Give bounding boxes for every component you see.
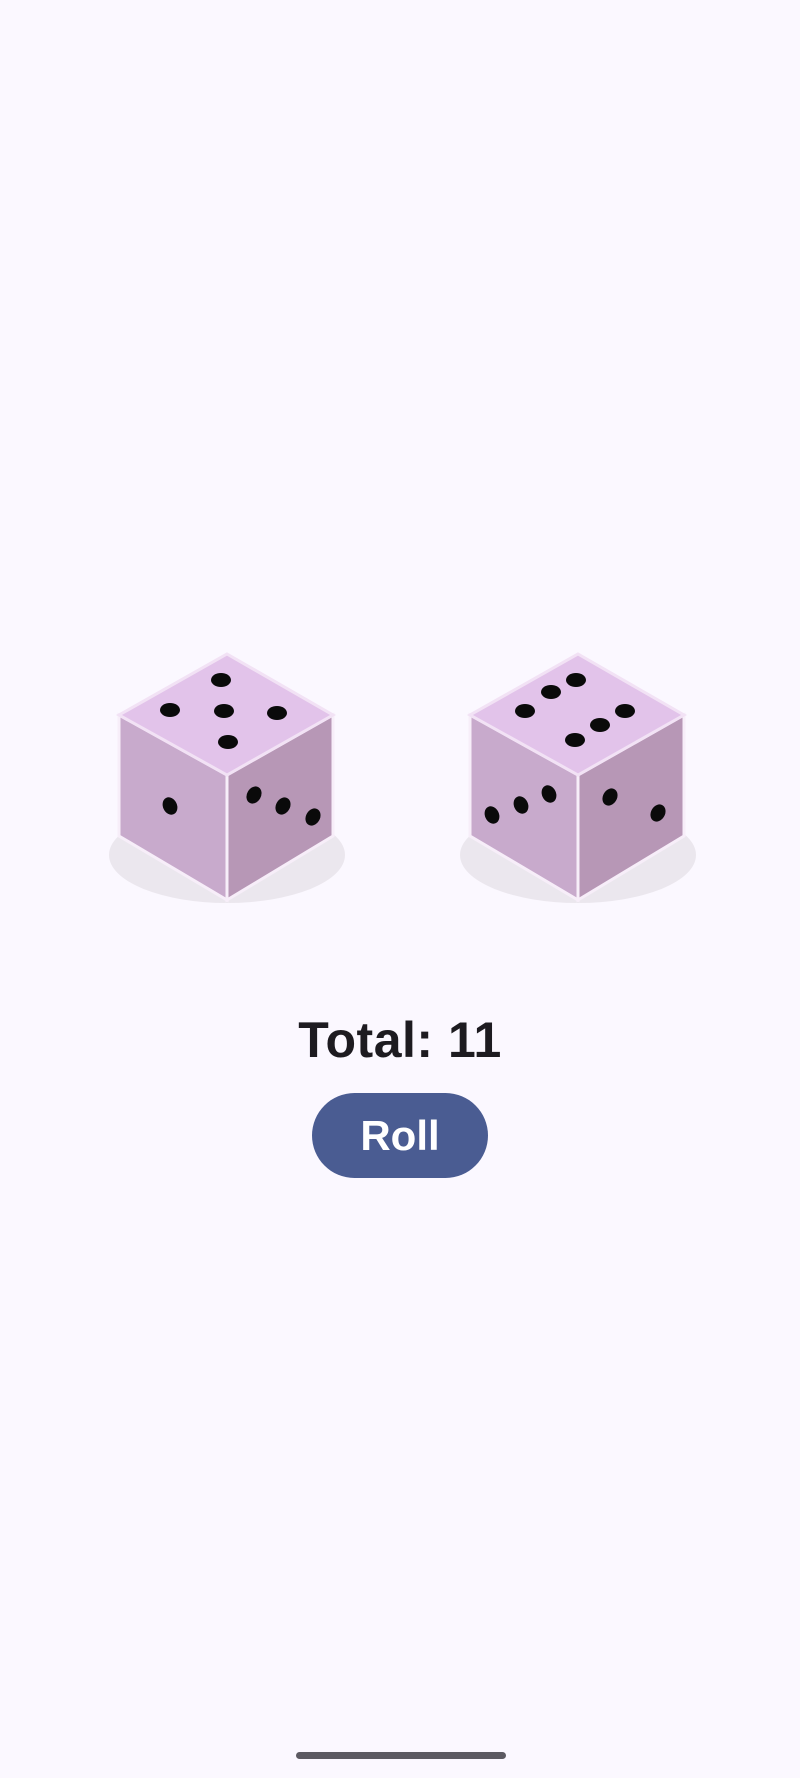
dice-roller-screen: Total: 11 Roll — [0, 0, 800, 1778]
roll-button[interactable]: Roll — [312, 1093, 488, 1178]
right-die-graphic — [460, 652, 696, 903]
pip — [590, 718, 610, 732]
pip — [214, 704, 234, 718]
pip — [565, 733, 585, 747]
home-indicator[interactable] — [296, 1752, 506, 1759]
pip — [515, 704, 535, 718]
pip — [218, 735, 238, 749]
pip — [615, 704, 635, 718]
pip — [160, 703, 180, 717]
left-die — [97, 640, 357, 920]
pip — [211, 673, 231, 687]
pip — [566, 673, 586, 687]
total-label: Total: 11 — [298, 1012, 502, 1068]
left-die-graphic — [109, 652, 345, 903]
pip — [267, 706, 287, 720]
right-die — [448, 640, 708, 920]
pip — [541, 685, 561, 699]
